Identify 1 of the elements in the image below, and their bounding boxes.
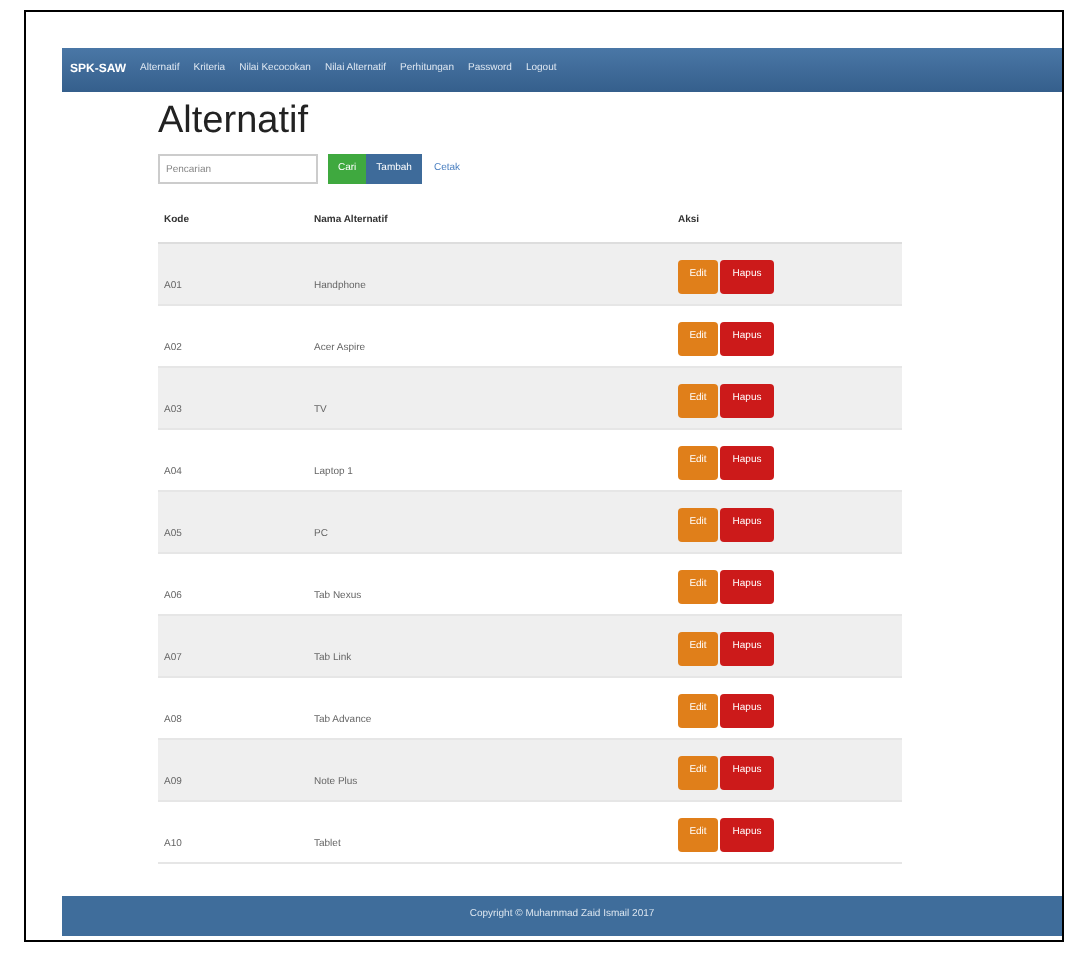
page-title: Alternatif — [158, 100, 310, 144]
